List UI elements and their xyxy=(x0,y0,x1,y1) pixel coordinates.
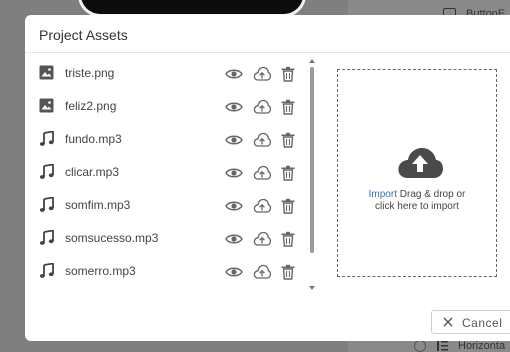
asset-row[interactable]: clicar.mp3 xyxy=(25,157,325,190)
music-note-icon xyxy=(39,130,54,146)
upload-cloud-icon[interactable] xyxy=(253,198,272,214)
delete-trash-icon[interactable] xyxy=(280,264,296,280)
upload-cloud-icon[interactable] xyxy=(253,66,272,82)
delete-trash-icon[interactable] xyxy=(280,198,296,214)
dialog-title: Project Assets xyxy=(39,27,128,43)
import-link[interactable]: Import xyxy=(369,189,397,200)
scroll-down-arrow-icon[interactable] xyxy=(309,286,315,290)
asset-file-name: triste.png xyxy=(65,66,115,80)
upload-cloud-icon[interactable] xyxy=(253,264,272,280)
cancel-label: Cancel xyxy=(462,316,503,330)
asset-row[interactable]: somsucesso.mp3 xyxy=(25,223,325,256)
music-note-icon xyxy=(39,163,54,179)
asset-file-name: somsucesso.mp3 xyxy=(65,231,159,245)
image-icon xyxy=(39,98,54,113)
upload-cloud-icon[interactable] xyxy=(253,132,272,148)
delete-trash-icon[interactable] xyxy=(280,132,296,148)
asset-list-scrollbar[interactable] xyxy=(307,59,317,293)
asset-row[interactable]: triste.png xyxy=(25,58,325,91)
preview-eye-icon[interactable] xyxy=(225,66,243,82)
dropzone-text-line2: click here to import xyxy=(375,201,459,212)
asset-file-name: fundo.mp3 xyxy=(65,132,122,146)
upload-cloud-icon[interactable] xyxy=(253,99,272,115)
preview-eye-icon[interactable] xyxy=(225,264,243,280)
import-dropzone[interactable]: Import Drag & drop or click here to impo… xyxy=(337,69,497,277)
project-assets-dialog: Project Assets triste.png feliz2.png fundo… xyxy=(25,15,510,341)
upload-cloud-icon[interactable] xyxy=(253,231,272,247)
delete-trash-icon[interactable] xyxy=(280,165,296,181)
music-note-icon xyxy=(39,229,54,245)
scroll-up-arrow-icon[interactable] xyxy=(309,59,315,63)
delete-trash-icon[interactable] xyxy=(280,231,296,247)
preview-eye-icon[interactable] xyxy=(225,99,243,115)
music-note-icon xyxy=(39,196,54,212)
asset-row[interactable]: somerro.mp3 xyxy=(25,256,325,289)
title-divider xyxy=(25,52,510,53)
asset-file-name: clicar.mp3 xyxy=(65,165,120,179)
preview-eye-icon[interactable] xyxy=(225,198,243,214)
cancel-button[interactable]: Cancel xyxy=(431,310,510,334)
upload-cloud-icon[interactable] xyxy=(253,165,272,181)
preview-eye-icon[interactable] xyxy=(225,231,243,247)
minus-circle-icon xyxy=(414,340,426,352)
delete-trash-icon[interactable] xyxy=(280,99,296,115)
dropzone-text-line1: Drag & drop or xyxy=(396,189,466,200)
delete-trash-icon[interactable] xyxy=(280,66,296,82)
asset-row[interactable]: somfim.mp3 xyxy=(25,190,325,223)
asset-row[interactable]: feliz2.png xyxy=(25,91,325,124)
music-note-icon xyxy=(39,262,54,278)
image-icon xyxy=(39,65,54,80)
asset-file-name: somfim.mp3 xyxy=(65,198,131,212)
background-horizontal-label: Horizonta xyxy=(458,340,506,352)
asset-file-name: somerro.mp3 xyxy=(65,264,136,278)
asset-file-name: feliz2.png xyxy=(65,99,117,113)
close-icon xyxy=(443,317,453,327)
scroll-thumb[interactable] xyxy=(310,67,314,253)
dropzone-text: Import Drag & drop or click here to impo… xyxy=(338,189,496,213)
preview-eye-icon[interactable] xyxy=(225,132,243,148)
preview-eye-icon[interactable] xyxy=(225,165,243,181)
asset-row[interactable]: fundo.mp3 xyxy=(25,124,325,157)
cloud-upload-icon xyxy=(398,148,443,178)
